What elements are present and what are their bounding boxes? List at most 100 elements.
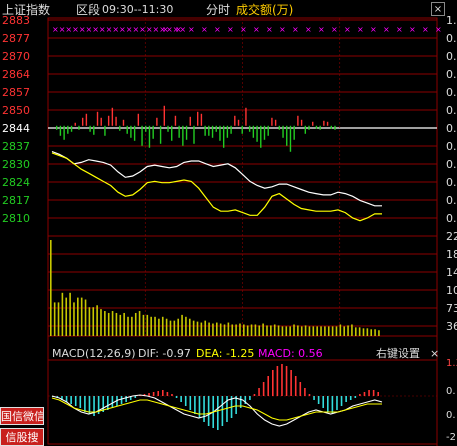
macd-histogram-bar — [285, 366, 288, 396]
breadth-bar — [248, 125, 251, 132]
macd-close-icon[interactable]: × — [430, 346, 439, 362]
volume-bar — [254, 324, 257, 336]
volume-bar — [57, 302, 60, 336]
volume-tick-label: 18 — [446, 248, 457, 261]
breadth-bar — [278, 125, 281, 130]
macd-histogram-bar — [313, 396, 315, 400]
upper-marker: × — [188, 25, 195, 34]
breadth-bar — [211, 125, 214, 138]
breadth-bar — [163, 105, 166, 126]
volume-bar — [243, 324, 245, 336]
macd-histogram-bar — [294, 376, 297, 396]
price-tick-label: 2877 — [2, 32, 30, 45]
breadth-bar — [70, 125, 73, 132]
breadth-bar — [282, 125, 284, 138]
price-tick-label: 2824 — [2, 176, 30, 189]
volume-bar — [374, 329, 376, 336]
breadth-bar — [122, 119, 125, 126]
macd-histogram-bar — [79, 396, 82, 408]
stock-search-button[interactable]: 信股搜 — [0, 428, 44, 446]
breadth-bar — [334, 125, 336, 130]
macd-value: MACD: 0.56 — [258, 347, 323, 360]
macd-histogram-bar — [134, 396, 137, 398]
volume-bar — [134, 312, 137, 336]
macd-histogram-bar — [349, 396, 352, 400]
macd-dif: DIF: -0.97 — [138, 347, 191, 360]
breadth-bar — [145, 125, 147, 132]
volume-bar — [119, 314, 122, 336]
volume-bar — [181, 314, 183, 336]
volume-bar — [53, 302, 56, 336]
breadth-bar — [100, 117, 102, 126]
volume-bar — [127, 316, 129, 336]
volume-label[interactable]: 成交额(万) — [236, 2, 293, 18]
macd-histogram-bar — [308, 394, 311, 396]
price-line — [51, 150, 382, 207]
volume-bar — [262, 323, 264, 336]
percent-tick-label: 0. — [446, 104, 457, 117]
upper-marker: × — [357, 25, 364, 34]
macd-histogram-bar — [180, 396, 182, 402]
chart-canvas[interactable]: 2883 1.2877 0.2870 0.2864 0.2857 0.2850 0.2844… — [0, 0, 457, 446]
volume-bar — [219, 323, 222, 336]
macd-histogram-bar — [175, 396, 178, 398]
mode-label[interactable]: 分时 — [206, 2, 230, 18]
volume-bar — [347, 325, 349, 336]
volume-bar — [173, 320, 176, 336]
volume-bar — [231, 324, 234, 336]
breadth-bar — [274, 119, 277, 126]
volume-bar — [123, 312, 125, 336]
macd-histogram-bar — [258, 388, 260, 396]
volume-tick-label: 109 — [446, 284, 457, 297]
breadth-bar — [263, 125, 266, 140]
macd-histogram-bar — [322, 396, 325, 408]
macd-histogram-bar — [299, 382, 302, 396]
breadth-bar — [312, 121, 314, 126]
breadth-bar — [104, 125, 106, 136]
volume-bar — [343, 326, 345, 336]
volume-bar — [335, 326, 338, 336]
macd-histogram-bar — [171, 394, 173, 396]
macd-histogram-bar — [221, 396, 224, 426]
volume-bar — [277, 325, 280, 336]
breadth-bar — [171, 125, 173, 141]
macd-histogram-bar — [290, 370, 292, 396]
percent-tick-label: 0. — [446, 176, 457, 189]
macd-histogram-bar — [88, 396, 91, 414]
breadth-bar — [93, 125, 95, 135]
macd-dea: DEA: -1.25 — [196, 347, 255, 360]
close-icon[interactable]: × — [431, 2, 445, 16]
breadth-bar — [96, 111, 99, 126]
breadth-bar — [167, 125, 169, 132]
percent-tick-label: 0. — [446, 122, 457, 135]
price-tick-label: 2837 — [2, 140, 30, 153]
volume-bar — [104, 311, 106, 336]
volume-bar — [297, 325, 299, 336]
percent-tick-label: 0. — [446, 140, 457, 153]
upper-marker: × — [370, 25, 377, 34]
macd-histogram-bar — [304, 388, 306, 396]
macd-histogram-bar — [152, 392, 155, 396]
macd-histogram-bar — [327, 396, 329, 412]
index-name[interactable]: 上证指数 — [2, 2, 50, 18]
percent-tick-label: 0. — [446, 86, 457, 99]
volume-bar — [327, 326, 330, 336]
breadth-bar — [152, 125, 154, 139]
volume-bar — [258, 325, 261, 336]
wechat-button[interactable]: 国信微信 — [0, 407, 44, 425]
macd-settings-link[interactable]: 右键设置 — [376, 346, 420, 362]
volume-bar — [100, 309, 102, 336]
macd-histogram-bar — [198, 396, 201, 418]
macd-histogram-bar — [281, 364, 283, 396]
upper-marker: × — [227, 25, 234, 34]
breadth-bar — [137, 113, 140, 126]
upper-marker: × — [422, 25, 429, 34]
macd-histogram-bar — [157, 391, 160, 396]
volume-bar — [285, 326, 288, 336]
volume-bar — [223, 324, 226, 336]
volume-tick-label: 36 — [446, 320, 457, 333]
price-tick-label: 2870 — [2, 50, 30, 63]
volume-bar — [300, 326, 303, 336]
breadth-bar — [237, 119, 240, 126]
breadth-bar — [230, 125, 232, 134]
